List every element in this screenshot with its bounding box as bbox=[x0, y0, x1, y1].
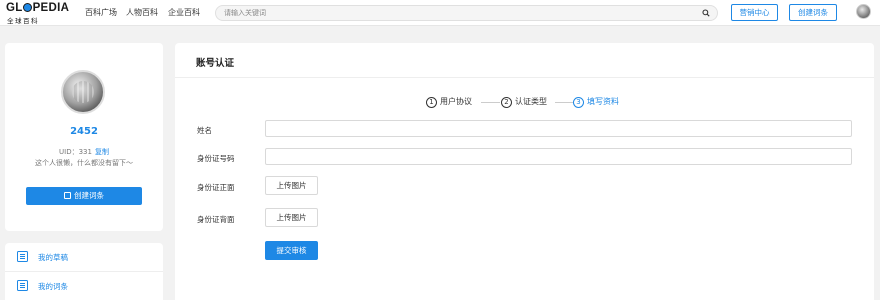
menu-item-drafts[interactable]: 我的草稿 bbox=[5, 243, 163, 271]
profile-username: 2452 bbox=[70, 126, 98, 137]
globe-icon bbox=[23, 3, 33, 12]
menu-item-my-entries[interactable]: 我的词条 bbox=[5, 272, 163, 300]
submit-review-button[interactable]: 提交审核 bbox=[265, 241, 318, 260]
id-number-input[interactable] bbox=[265, 148, 852, 165]
step-number: 1 bbox=[426, 97, 437, 108]
menu-item-label: 我的词条 bbox=[38, 282, 68, 291]
step-label: 用户协议 bbox=[440, 97, 472, 106]
nav-baike-square[interactable]: 百科广场 bbox=[85, 7, 117, 18]
id-number-label: 身份证号码 bbox=[197, 154, 235, 163]
entries-icon bbox=[17, 280, 28, 291]
menu-item-label: 我的草稿 bbox=[38, 253, 68, 262]
search-input[interactable] bbox=[224, 7, 694, 19]
copy-uid-link[interactable]: 复制 bbox=[95, 148, 109, 156]
user-avatar[interactable] bbox=[856, 4, 871, 19]
nav-company-baike[interactable]: 企业百科 bbox=[168, 7, 200, 18]
upload-id-back-button[interactable]: 上传图片 bbox=[265, 208, 318, 227]
create-entry-label: 创建词条 bbox=[74, 191, 104, 200]
edit-icon bbox=[64, 192, 71, 199]
logo-subtitle: 全球百科 bbox=[7, 17, 39, 25]
id-front-label: 身份证正面 bbox=[197, 183, 235, 192]
profile-bio: 这个人很懒，什么都没有留下～ bbox=[35, 159, 133, 167]
marketing-center-button[interactable]: 营销中心 bbox=[731, 4, 778, 21]
profile-avatar bbox=[61, 70, 105, 114]
page-title: 账号认证 bbox=[196, 58, 235, 69]
title-divider bbox=[175, 77, 874, 78]
search-bar bbox=[215, 5, 718, 21]
name-label: 姓名 bbox=[197, 126, 212, 135]
site-logo[interactable]: GL PEDIA 全球百科 bbox=[6, 2, 72, 25]
id-back-label: 身份证背面 bbox=[197, 215, 235, 224]
step-user-agreement: 1 用户协议 bbox=[426, 96, 472, 108]
step-cert-type: 2 认证类型 bbox=[501, 96, 547, 108]
step-label: 填写资料 bbox=[587, 97, 619, 106]
profile-card: 2452 UID：331 复制 这个人很懒，什么都没有留下～ 创建词条 bbox=[5, 43, 163, 231]
logo-text: GL PEDIA bbox=[6, 2, 70, 14]
header-create-entry-button[interactable]: 创建词条 bbox=[789, 4, 837, 21]
step-number: 3 bbox=[573, 97, 584, 108]
step-number: 2 bbox=[501, 97, 512, 108]
draft-icon bbox=[17, 251, 28, 262]
profile-uid: UID：331 复制 bbox=[5, 147, 163, 157]
upload-id-front-button[interactable]: 上传图片 bbox=[265, 176, 318, 195]
step-indicator: 1 用户协议 2 认证类型 3 填写资料 bbox=[426, 96, 646, 108]
uid-text: UID：331 bbox=[59, 148, 92, 156]
side-menu: 我的草稿 我的词条 bbox=[5, 243, 163, 300]
verification-card: 账号认证 1 用户协议 2 认证类型 3 填写资料 姓名 身份证号码 身份证正面 上传… bbox=[175, 43, 874, 300]
step-connector bbox=[555, 102, 573, 103]
step-label: 认证类型 bbox=[515, 97, 547, 106]
step-fill-info: 3 填写资料 bbox=[573, 96, 619, 108]
top-header: GLPEDIA 全球百科 百科广场 人物百科 企业百科 营销中心 创建词条 bbox=[0, 0, 880, 26]
nav-person-baike[interactable]: 人物百科 bbox=[126, 7, 158, 18]
create-entry-button[interactable]: 创建词条 bbox=[26, 187, 142, 205]
step-connector bbox=[481, 102, 500, 103]
name-input[interactable] bbox=[265, 120, 852, 137]
search-icon[interactable] bbox=[702, 9, 710, 17]
